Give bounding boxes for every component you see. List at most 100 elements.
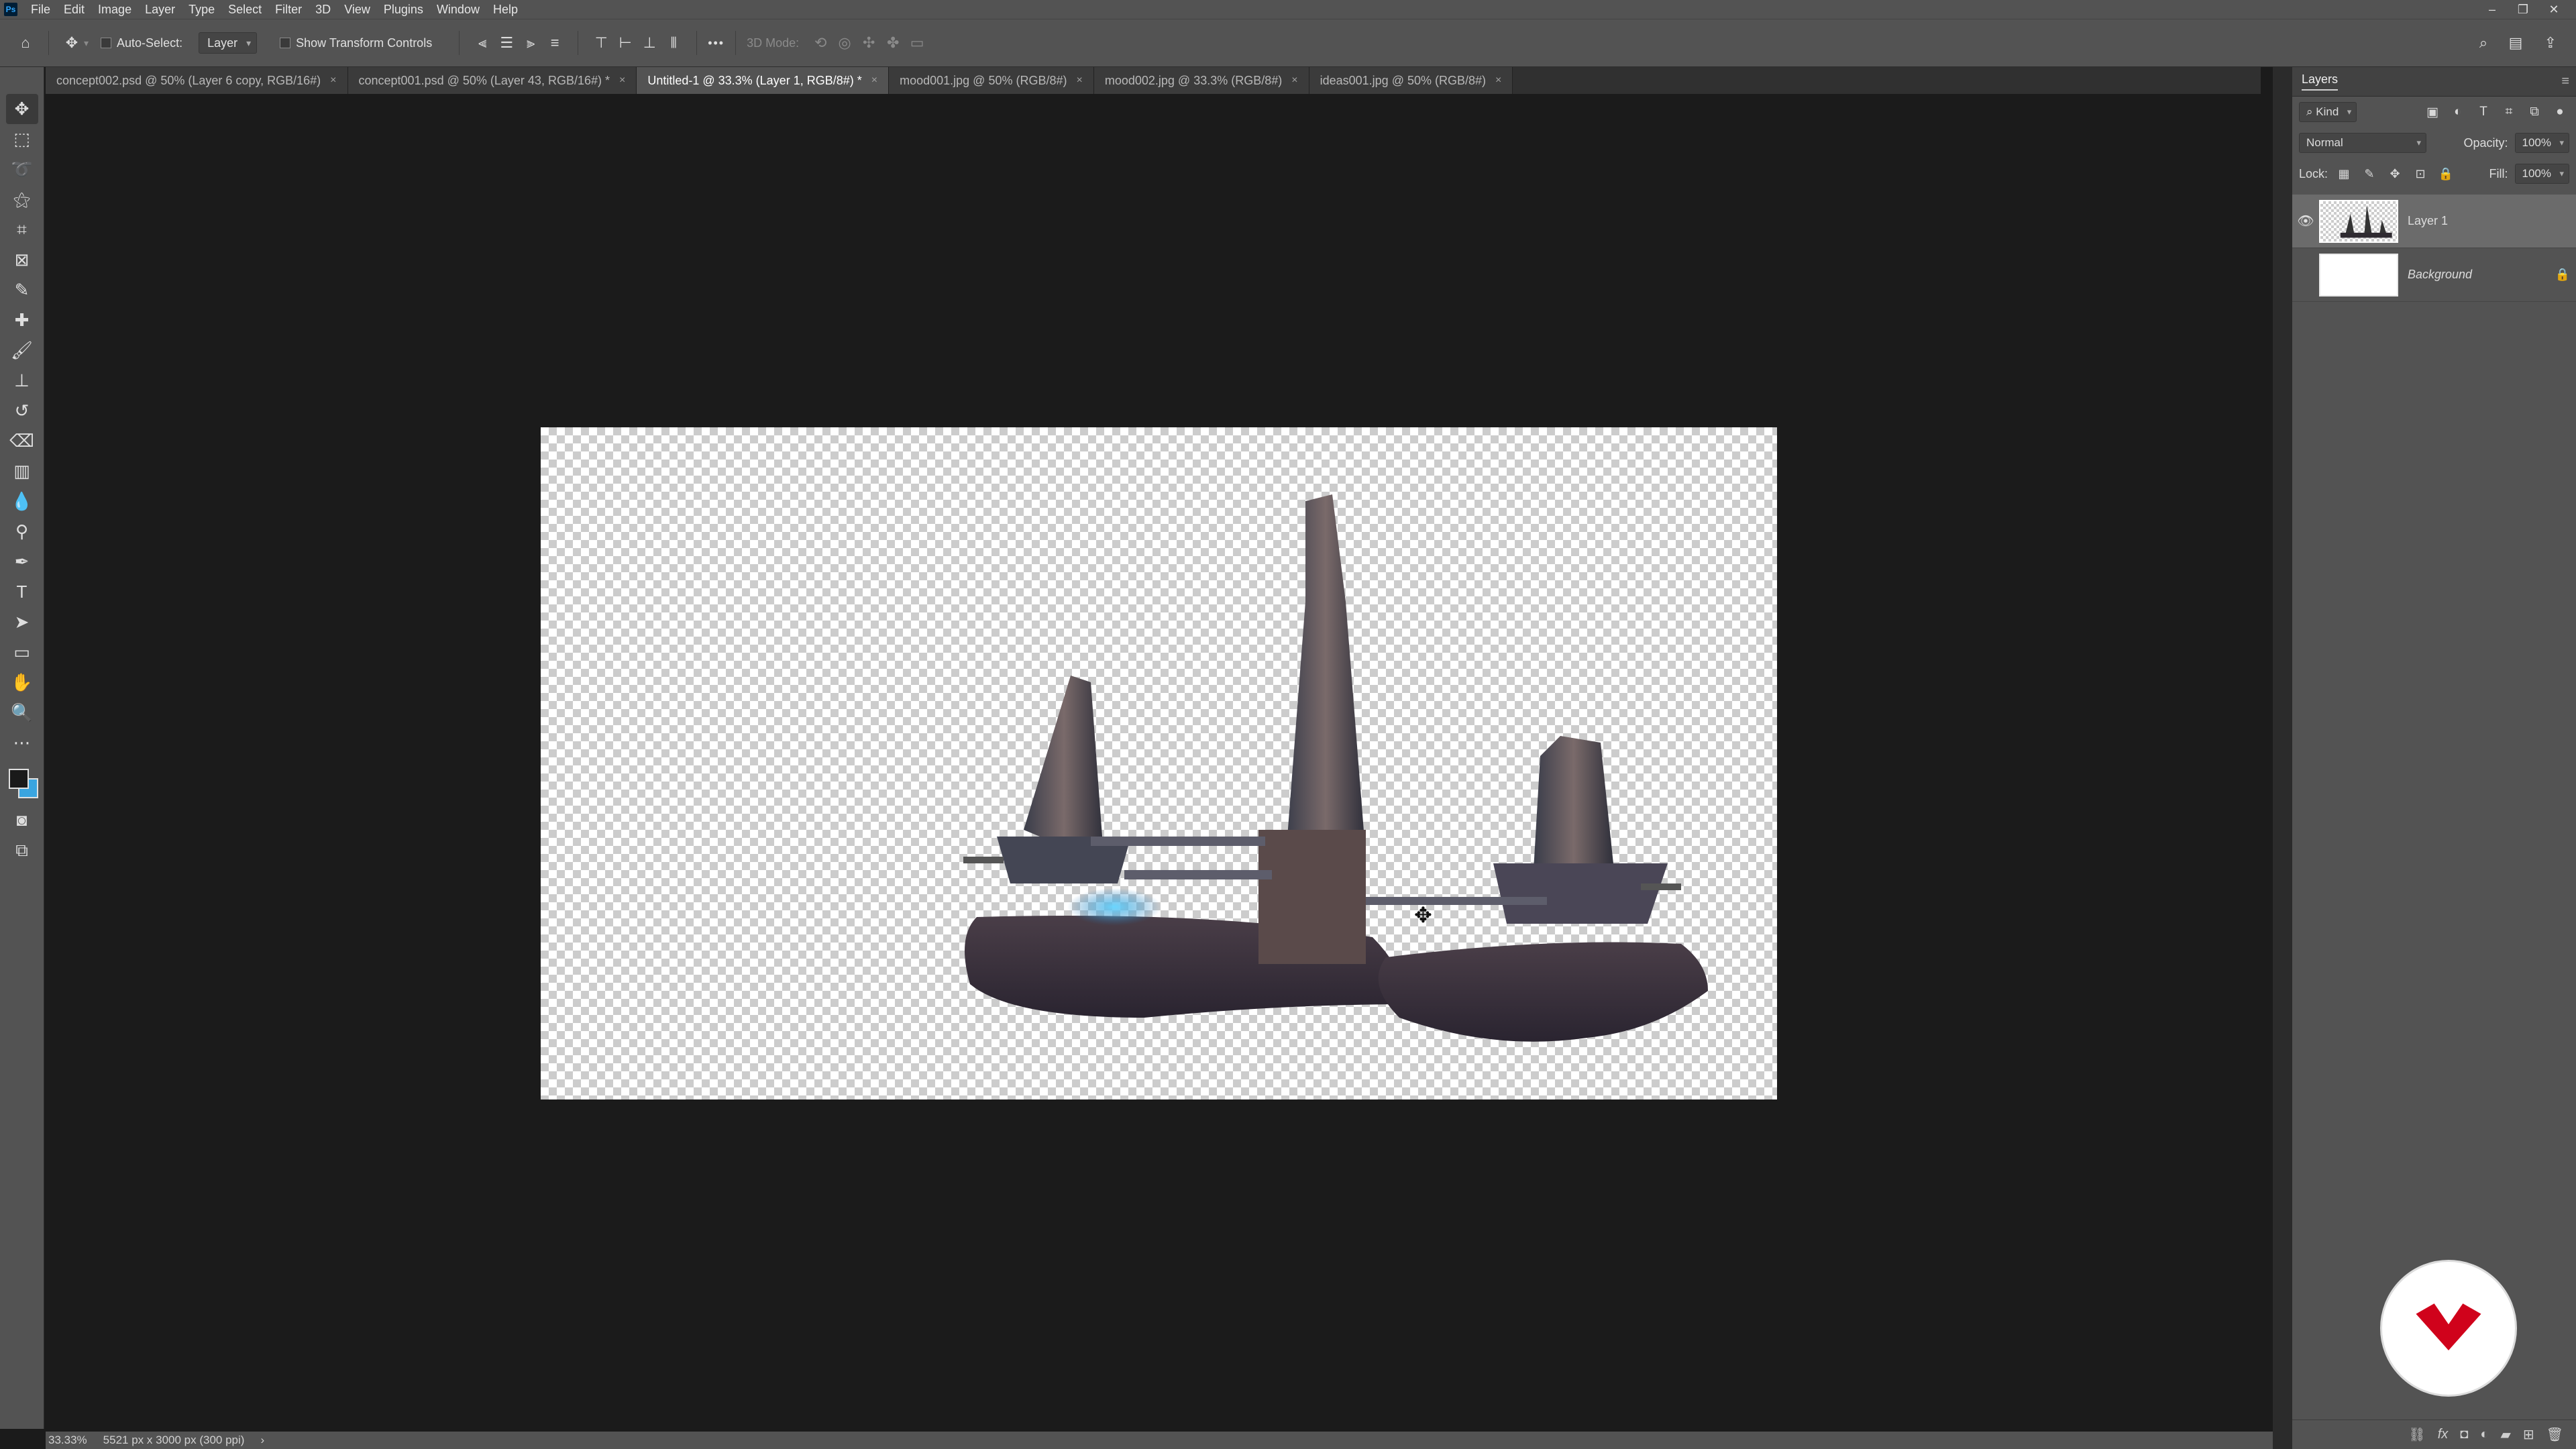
opacity-input[interactable]: 100% (2514, 133, 2569, 153)
document-tab-label[interactable]: ideas001.jpg @ 50% (RGB/8#) (1320, 74, 1486, 88)
close-window-button[interactable]: ✕ (2538, 0, 2569, 19)
new-layer-icon[interactable]: ⊞ (2523, 1426, 2534, 1443)
document-tab[interactable]: concept002.psd @ 50% (Layer 6 copy, RGB/… (46, 67, 348, 94)
healing-brush-tool-icon[interactable]: ✚ (6, 305, 38, 335)
menu-type[interactable]: Type (182, 0, 221, 19)
lock-image-icon[interactable]: ✎ (2360, 167, 2379, 181)
eye-icon[interactable]: 👁 (2292, 213, 2319, 229)
document-tab-label[interactable]: concept001.psd @ 50% (Layer 43, RGB/16#)… (359, 74, 610, 88)
document-tab[interactable]: mood001.jpg @ 50% (RGB/8#) × (889, 67, 1094, 94)
document-tab[interactable]: mood002.jpg @ 33.3% (RGB/8#) × (1093, 67, 1309, 94)
filter-shape-icon[interactable]: ⌗ (2500, 105, 2518, 119)
filter-toggle-icon[interactable]: ● (2551, 105, 2569, 119)
3d-orbit-icon[interactable]: ⟲ (808, 31, 833, 55)
document-tab-label[interactable]: concept002.psd @ 50% (Layer 6 copy, RGB/… (56, 74, 321, 88)
filter-adjustment-icon[interactable]: ◐ (2449, 105, 2467, 119)
dodge-tool-icon[interactable]: ⚲ (6, 517, 38, 547)
workspace-icon[interactable]: ▤ (2504, 31, 2528, 55)
3d-pan-icon[interactable]: ✣ (857, 31, 881, 55)
quick-mask-icon[interactable]: ◙ (6, 805, 38, 835)
pen-tool-icon[interactable]: ✒ (6, 547, 38, 577)
edit-toolbar-icon[interactable]: ⋯ (6, 728, 38, 758)
menu-filter[interactable]: Filter (268, 0, 309, 19)
delete-layer-icon[interactable]: 🗑 (2546, 1426, 2563, 1443)
filter-pixel-icon[interactable]: ▣ (2423, 105, 2442, 120)
filter-type-icon[interactable]: T (2474, 105, 2493, 119)
filter-smart-object-icon[interactable]: ⧉ (2525, 105, 2544, 119)
tab-close-icon[interactable]: × (1495, 74, 1501, 87)
eyedropper-tool-icon[interactable]: ✎ (6, 275, 38, 305)
minimize-button[interactable]: – (2477, 0, 2508, 19)
screen-mode-icon[interactable]: ⧉ (6, 835, 38, 865)
tab-close-icon[interactable]: × (619, 74, 625, 87)
canvas-workspace[interactable]: ✥ (46, 94, 2273, 1432)
tab-close-icon[interactable]: × (1291, 74, 1297, 87)
document-tab-label[interactable]: Untitled-1 @ 33.3% (Layer 1, RGB/8#) * (647, 74, 861, 88)
align-left-icon[interactable]: ⫷ (470, 31, 494, 55)
brush-tool-icon[interactable]: 🖌 (6, 335, 38, 366)
menu-file[interactable]: File (24, 0, 57, 19)
layer-row-background[interactable]: Background 🔒 (2292, 248, 2576, 302)
tab-close-icon[interactable]: × (871, 74, 877, 87)
document-tab[interactable]: ideas001.jpg @ 50% (RGB/8#) × (1309, 67, 1513, 94)
crop-tool-icon[interactable]: ⌗ (6, 215, 38, 245)
fill-input[interactable]: 100% (2514, 164, 2569, 184)
clone-stamp-tool-icon[interactable]: ⊥ (6, 366, 38, 396)
3d-roll-icon[interactable]: ◎ (833, 31, 857, 55)
menu-select[interactable]: Select (221, 0, 268, 19)
lock-artboard-icon[interactable]: ⊡ (2411, 167, 2430, 181)
move-tool-preset-icon[interactable]: ✥ (60, 31, 84, 55)
gradient-tool-icon[interactable]: ▥ (6, 456, 38, 486)
lasso-tool-icon[interactable]: ➰ (6, 154, 38, 184)
align-top-icon[interactable]: ⊤ (589, 31, 613, 55)
eraser-tool-icon[interactable]: ⌫ (6, 426, 38, 456)
tab-close-icon[interactable]: × (330, 74, 336, 87)
layer-name[interactable]: Background (2408, 268, 2549, 282)
history-brush-tool-icon[interactable]: ↺ (6, 396, 38, 426)
menu-plugins[interactable]: Plugins (377, 0, 430, 19)
lock-all-icon[interactable]: 🔒 (2436, 167, 2455, 181)
layer-row-layer-1[interactable]: 👁 Layer 1 (2292, 195, 2576, 248)
layer-name[interactable]: Layer 1 (2408, 214, 2576, 228)
foreground-color-swatch[interactable] (8, 769, 29, 789)
align-center-icon[interactable]: ☰ (494, 31, 519, 55)
home-icon[interactable]: ⌂ (13, 31, 38, 55)
rectangle-tool-icon[interactable]: ▭ (6, 637, 38, 667)
move-tool-icon[interactable]: ✥ (5, 94, 38, 124)
filter-kind-dropdown[interactable]: ⌕ Kind (2299, 102, 2357, 122)
align-middle-icon[interactable]: ⊢ (613, 31, 637, 55)
menu-3d[interactable]: 3D (309, 0, 337, 19)
marquee-tool-icon[interactable]: ⬚ (6, 124, 38, 154)
new-group-icon[interactable]: ▰ (2500, 1426, 2510, 1443)
menu-view[interactable]: View (337, 0, 377, 19)
document-tab[interactable]: Untitled-1 @ 33.3% (Layer 1, RGB/8#) * × (637, 67, 890, 94)
show-transform-checkbox[interactable] (280, 38, 291, 48)
lock-transparent-icon[interactable]: ▦ (2334, 167, 2353, 181)
menu-image[interactable]: Image (91, 0, 138, 19)
add-mask-icon[interactable]: ◘ (2460, 1427, 2468, 1442)
distribute-horizontal-icon[interactable]: ⦀ (661, 31, 686, 55)
search-icon[interactable]: ⌕ (2471, 31, 2496, 55)
distribute-vertical-icon[interactable]: ≡ (543, 31, 567, 55)
document-tab-label[interactable]: mood002.jpg @ 33.3% (RGB/8#) (1105, 74, 1282, 88)
auto-select-target-dropdown[interactable]: Layer (199, 32, 258, 54)
zoom-tool-icon[interactable]: 🔍 (6, 698, 38, 728)
layer-thumbnail[interactable] (2319, 199, 2398, 243)
document-tab[interactable]: concept001.psd @ 50% (Layer 43, RGB/16#)… (347, 67, 637, 94)
fx-icon[interactable]: fx (2438, 1427, 2449, 1442)
zoom-level[interactable]: 33.33% (48, 1434, 87, 1447)
chevron-down-icon[interactable]: ▾ (84, 38, 89, 49)
menu-edit[interactable]: Edit (57, 0, 91, 19)
3d-scale-icon[interactable]: ▭ (905, 31, 929, 55)
adjustment-layer-icon[interactable]: ◐ (2480, 1427, 2488, 1442)
menu-help[interactable]: Help (486, 0, 525, 19)
more-options-button[interactable]: ••• (708, 36, 724, 50)
link-layers-icon[interactable]: ⛓ (2408, 1426, 2425, 1443)
status-menu-arrow[interactable]: › (260, 1434, 264, 1447)
align-bottom-icon[interactable]: ⊥ (637, 31, 661, 55)
hand-tool-icon[interactable]: ✋ (6, 667, 38, 698)
layers-tab[interactable]: Layers (2302, 72, 2339, 91)
blur-tool-icon[interactable]: 💧 (6, 486, 38, 517)
align-right-icon[interactable]: ⫸ (519, 31, 543, 55)
tab-close-icon[interactable]: × (1077, 74, 1083, 87)
